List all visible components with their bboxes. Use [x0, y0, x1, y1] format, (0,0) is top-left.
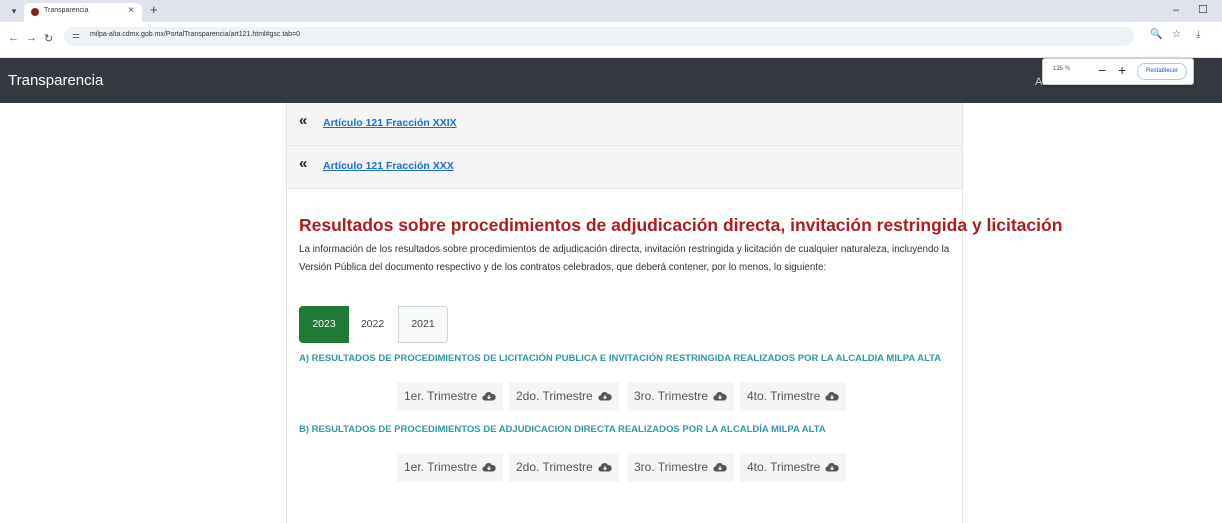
quarter-4-download-b[interactable]: 4to. Trimestre	[740, 453, 847, 482]
quarter-label: 3ro. Trimestre	[634, 389, 709, 403]
favicon-icon	[31, 8, 39, 16]
main-content: « Artículo 121 Fracción XXIX « Artículo …	[286, 103, 1063, 523]
quarter-3-download-b[interactable]: 3ro. Trimestre	[627, 453, 735, 482]
quarter-label: 3ro. Trimestre	[634, 460, 709, 474]
cloud-download-icon	[598, 463, 612, 472]
forward-icon[interactable]: →	[26, 32, 37, 44]
quarter-label: 1er. Trimestre	[404, 389, 478, 403]
double-chevron-left-icon: «	[299, 155, 308, 172]
zoom-icon[interactable]: 🔍	[1150, 29, 1162, 40]
window-controls[interactable]: – ☐	[1173, 3, 1216, 16]
zoom-in-button[interactable]: +	[1118, 62, 1126, 78]
double-chevron-left-icon: «	[299, 112, 308, 129]
quarter-1-download-b[interactable]: 1er. Trimestre	[397, 453, 504, 482]
tab-close-icon[interactable]: ×	[128, 5, 134, 16]
tab-title: Transparencia	[44, 7, 89, 14]
cloud-download-icon	[482, 392, 497, 401]
zoom-popup: 125 % − + Restablecer	[1042, 58, 1194, 85]
browser-tab[interactable]: Transparencia ×	[24, 3, 142, 22]
bookmark-star-icon[interactable]: ☆	[1172, 29, 1181, 40]
quarter-1-download-a[interactable]: 1er. Trimestre	[397, 382, 504, 411]
back-icon[interactable]: ←	[8, 32, 19, 44]
quarter-4-download-a[interactable]: 4to. Trimestre	[740, 382, 847, 411]
cloud-download-icon	[598, 392, 612, 401]
download-icon[interactable]: ⤓	[1196, 29, 1200, 40]
cloud-download-icon	[713, 392, 727, 401]
zoom-reset-button[interactable]: Restablecer	[1137, 63, 1187, 80]
cloud-download-icon	[482, 463, 497, 472]
tab-year-2023[interactable]: 2023	[299, 306, 349, 343]
quarter-2-download-a[interactable]: 2do. Trimestre	[509, 382, 619, 411]
zoom-percent: 125 %	[1053, 66, 1071, 72]
url-text[interactable]: milpa-alta.cdmx.gob.mx/PortalTransparenc…	[90, 31, 300, 38]
section-a-title: A) RESULTADOS DE PROCEDIMIENTOS DE LICIT…	[299, 353, 942, 364]
tab-year-2022[interactable]: 2022	[349, 306, 396, 343]
quarter-2-download-b[interactable]: 2do. Trimestre	[509, 453, 619, 482]
quarter-label: 2do. Trimestre	[516, 460, 593, 474]
tab-search-icon[interactable]: ▾	[6, 4, 22, 18]
zoom-out-button[interactable]: −	[1098, 62, 1106, 78]
site-brand[interactable]: Transparencia	[8, 72, 103, 89]
nav-item-fraccion-xxx: « Artículo 121 Fracción XXX	[287, 146, 962, 189]
site-header: Transparencia Alc	[0, 58, 1222, 103]
reload-icon[interactable]: ↻	[44, 32, 53, 45]
page-title: Resultados sobre procedimientos de adjud…	[299, 215, 1063, 235]
quarter-label: 2do. Trimestre	[516, 389, 593, 403]
cloud-download-icon	[825, 392, 840, 401]
section-b-title: B) RESULTADOS DE PROCEDIMIENTOS DE ADJUD…	[299, 424, 826, 435]
nav-item-fraccion-xxix: « Artículo 121 Fracción XXIX	[287, 103, 962, 146]
quarter-label: 1er. Trimestre	[404, 460, 478, 474]
new-tab-icon[interactable]: +	[150, 2, 158, 17]
link-fraccion-xxx[interactable]: Artículo 121 Fracción XXX	[323, 160, 454, 172]
cloud-download-icon	[713, 463, 727, 472]
quarter-3-download-a[interactable]: 3ro. Trimestre	[627, 382, 735, 411]
omnibox[interactable]: ⚌ milpa-alta.cdmx.gob.mx/PortalTranspare…	[64, 27, 1134, 46]
link-fraccion-xxix[interactable]: Artículo 121 Fracción XXIX	[323, 117, 457, 129]
site-info-icon[interactable]: ⚌	[72, 30, 80, 41]
address-bar-row: ← → ↻ ⚌ milpa-alta.cdmx.gob.mx/PortalTra…	[0, 22, 1222, 58]
tab-year-2021[interactable]: 2021	[398, 306, 448, 343]
cloud-download-icon	[825, 463, 840, 472]
quarter-label: 4to. Trimestre	[747, 460, 821, 474]
browser-tab-strip: ▾ Transparencia × + – ☐	[0, 0, 1222, 22]
intro-text: La información de los resultados sobre p…	[299, 244, 950, 273]
quarter-label: 4to. Trimestre	[747, 389, 821, 403]
